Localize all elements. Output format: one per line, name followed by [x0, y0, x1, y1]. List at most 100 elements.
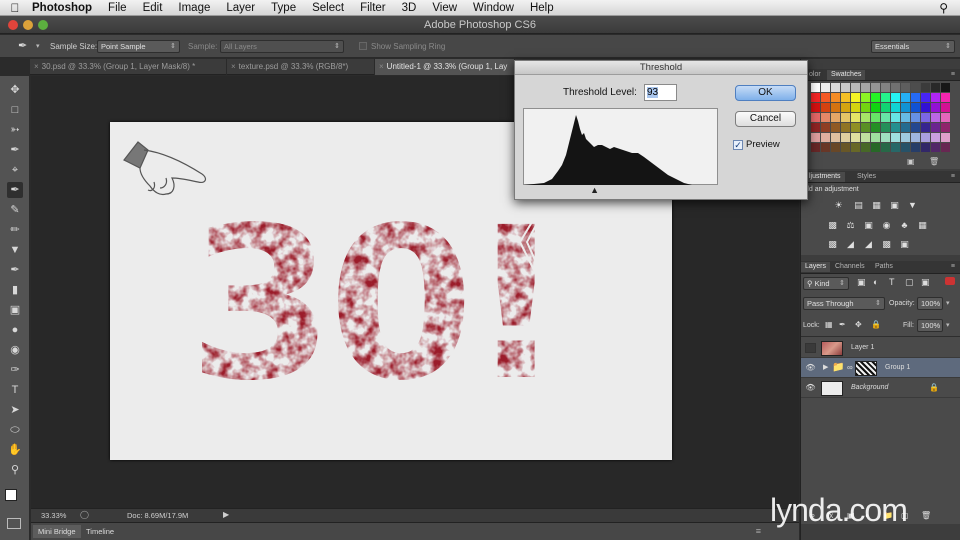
- color-swatch[interactable]: [931, 83, 940, 92]
- trash-icon[interactable]: 🗑: [929, 157, 939, 166]
- sample-size-select[interactable]: Point Sample ⇕: [97, 40, 180, 53]
- color-swatch[interactable]: [921, 133, 930, 142]
- layer-row-layer-1[interactable]: Layer 1: [801, 338, 960, 358]
- color-swatch[interactable]: [831, 93, 840, 102]
- color-swatch[interactable]: [911, 113, 920, 122]
- tab-layers[interactable]: Layers: [801, 262, 831, 272]
- layer-row-group-1[interactable]: 👁 ▶ 📁 ∞ Group 1: [801, 358, 960, 378]
- color-swatch[interactable]: [921, 93, 930, 102]
- status-menu-arrow-icon[interactable]: ▶: [223, 510, 229, 519]
- menu-window[interactable]: Window: [465, 2, 522, 14]
- color-swatch[interactable]: [851, 103, 860, 112]
- color-swatch[interactable]: [861, 133, 870, 142]
- zoom-level[interactable]: 33.33%: [41, 511, 66, 520]
- close-tab-icon[interactable]: ×: [379, 62, 384, 71]
- color-balance-icon[interactable]: ⚖: [845, 220, 856, 231]
- color-swatch[interactable]: [871, 83, 880, 92]
- pen-tool-icon[interactable]: ✑: [7, 362, 23, 378]
- brightness-icon[interactable]: ☀: [833, 200, 844, 211]
- color-swatch[interactable]: [881, 93, 890, 102]
- color-swatch[interactable]: [871, 103, 880, 112]
- color-swatch[interactable]: [881, 133, 890, 142]
- photo-filter-icon[interactable]: ◉: [881, 220, 892, 231]
- expand-group-icon[interactable]: ▶: [823, 363, 828, 371]
- move-tool-icon[interactable]: ✥: [7, 82, 23, 98]
- crop-tool-icon[interactable]: ⌖: [7, 162, 23, 178]
- color-swatch[interactable]: [811, 103, 820, 112]
- gradient-tool-icon[interactable]: ▣: [7, 302, 23, 318]
- lasso-tool-icon[interactable]: ➳: [7, 122, 23, 138]
- history-brush-tool-icon[interactable]: ✒: [7, 262, 23, 278]
- color-swatch[interactable]: [941, 143, 950, 152]
- color-swatch[interactable]: [891, 103, 900, 112]
- levels-icon[interactable]: ▤: [853, 200, 864, 211]
- apple-icon[interactable]: : [0, 1, 30, 15]
- threshold-icon[interactable]: ◢: [863, 239, 874, 250]
- dodge-tool-icon[interactable]: ◉: [7, 342, 23, 358]
- color-swatch[interactable]: [911, 133, 920, 142]
- ellipse-tool-icon[interactable]: ⬭: [7, 422, 23, 438]
- color-swatch[interactable]: [871, 93, 880, 102]
- fill-input[interactable]: 100%: [917, 319, 943, 332]
- minimize-window-button[interactable]: [23, 20, 33, 30]
- menu-image[interactable]: Image: [170, 2, 218, 14]
- color-swatch[interactable]: [941, 103, 950, 112]
- color-swatch[interactable]: [941, 113, 950, 122]
- hand-tool-icon[interactable]: ✋: [7, 442, 23, 458]
- color-swatch[interactable]: [861, 143, 870, 152]
- ok-button[interactable]: OK: [735, 85, 796, 101]
- color-swatch[interactable]: [881, 113, 890, 122]
- color-swatch[interactable]: [871, 133, 880, 142]
- color-swatch[interactable]: [831, 83, 840, 92]
- tab-untitled-1[interactable]: × Untitled-1 @ 33.3% (Group 1, Lay: [375, 59, 515, 75]
- color-swatch[interactable]: [851, 143, 860, 152]
- menu-select[interactable]: Select: [304, 2, 352, 14]
- color-swatch[interactable]: [811, 143, 820, 152]
- color-swatch[interactable]: [931, 123, 940, 132]
- color-swatch[interactable]: [861, 103, 870, 112]
- lock-image-icon[interactable]: ✒: [839, 320, 846, 329]
- type-tool-icon[interactable]: T: [7, 382, 23, 398]
- color-swatch[interactable]: [831, 123, 840, 132]
- selective-color-icon[interactable]: ▩: [881, 239, 892, 250]
- color-swatch[interactable]: [831, 103, 840, 112]
- color-swatch[interactable]: [851, 93, 860, 102]
- sampling-ring-checkbox[interactable]: [359, 42, 367, 50]
- color-swatch[interactable]: [851, 113, 860, 122]
- color-swatch[interactable]: [811, 83, 820, 92]
- color-swatch[interactable]: [911, 103, 920, 112]
- color-swatch[interactable]: [871, 123, 880, 132]
- menu-3d[interactable]: 3D: [394, 2, 425, 14]
- color-swatch[interactable]: [811, 123, 820, 132]
- color-swatch[interactable]: [941, 83, 950, 92]
- color-swatch[interactable]: [921, 123, 930, 132]
- color-swatch[interactable]: [901, 93, 910, 102]
- eyedropper-preset-icon[interactable]: ✒: [18, 39, 27, 52]
- fill-slider-arrow-icon[interactable]: ▾: [946, 321, 950, 329]
- spotlight-search-icon[interactable]: ⚲: [939, 1, 948, 15]
- eyedropper-tool-icon[interactable]: ✒: [7, 182, 23, 198]
- zoom-tool-icon[interactable]: ⚲: [7, 462, 23, 478]
- quick-mask-icon[interactable]: [7, 518, 21, 529]
- menu-view[interactable]: View: [424, 2, 465, 14]
- trash-icon[interactable]: 🗑: [921, 511, 931, 520]
- color-swatch[interactable]: [851, 133, 860, 142]
- curves-icon[interactable]: ▦: [871, 200, 882, 211]
- color-swatch[interactable]: [911, 123, 920, 132]
- pixel-filter-icon[interactable]: ▣: [857, 277, 866, 288]
- color-swatch[interactable]: [821, 113, 830, 122]
- lock-position-icon[interactable]: ✥: [855, 320, 862, 329]
- color-swatch[interactable]: [941, 133, 950, 142]
- color-swatch[interactable]: [891, 93, 900, 102]
- blend-mode-select[interactable]: Pass Through ⇕: [803, 297, 885, 310]
- color-swatch[interactable]: [891, 113, 900, 122]
- tab-mini-bridge[interactable]: Mini Bridge: [33, 525, 81, 538]
- color-swatch[interactable]: [841, 113, 850, 122]
- color-swatch[interactable]: [941, 93, 950, 102]
- tab-texture-psd[interactable]: × texture.psd @ 33.3% (RGB/8*): [227, 59, 375, 75]
- layer-visibility-toggle[interactable]: [805, 343, 816, 353]
- menu-edit[interactable]: Edit: [135, 2, 171, 14]
- color-swatch[interactable]: [931, 143, 940, 152]
- vibrance-icon[interactable]: ▼: [907, 200, 918, 211]
- path-selection-tool-icon[interactable]: ➤: [7, 402, 23, 418]
